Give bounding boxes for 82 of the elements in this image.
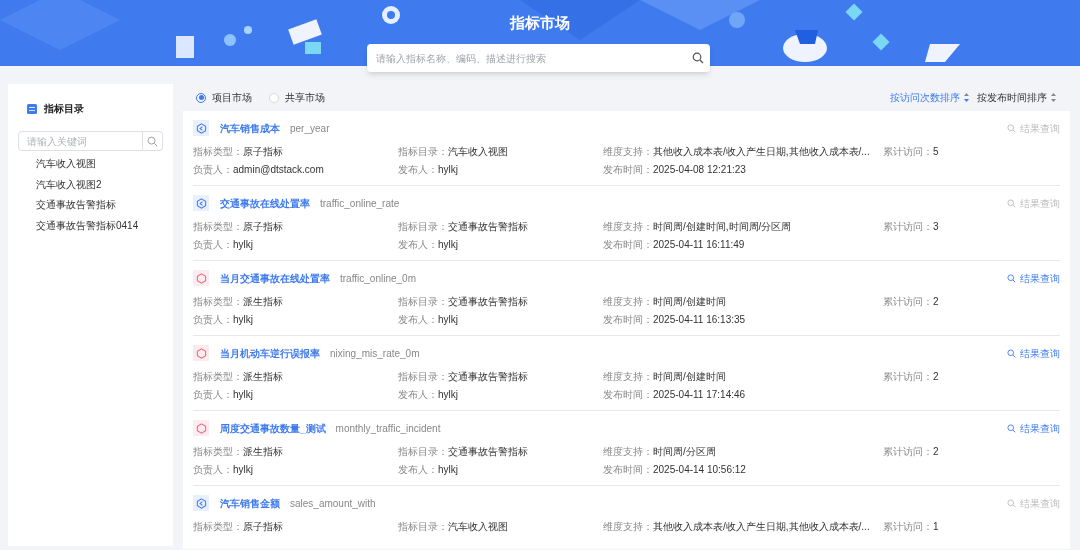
metric-code: monthly_traffic_incident bbox=[335, 421, 441, 436]
field-text: 指标类型：派生指标 bbox=[193, 295, 284, 309]
field-text: 指标目录：汽车收入视图 bbox=[398, 520, 509, 534]
query-button[interactable]: 结果查询 bbox=[1007, 270, 1060, 286]
field-text: 指标目录：交通事故告警指标 bbox=[398, 370, 529, 384]
metric-code: nixing_mis_rate_0m bbox=[330, 346, 420, 361]
sort-icon bbox=[964, 93, 969, 102]
search-icon bbox=[1007, 273, 1016, 283]
field-text: 发布时间：2025-04-11 16:11:49 bbox=[603, 238, 746, 252]
search-field[interactable]: 请输入指标名称、编码、描述进行搜索 bbox=[367, 44, 710, 72]
search-icon bbox=[1007, 498, 1016, 508]
field-text: 累计访问：3 bbox=[883, 220, 940, 234]
tree-item[interactable]: 交通事故告警指标 bbox=[8, 195, 173, 216]
field-text: 负责人：hylkj bbox=[193, 313, 254, 327]
field-text: 维度支持：其他收入成本表/收入产生日期,其他收入成本表/... bbox=[603, 145, 871, 159]
field-text: 累计访问：2 bbox=[883, 295, 940, 309]
field-text: 发布时间：2025-04-14 10:56:12 bbox=[603, 463, 747, 477]
field-text: 发布人：hylkj bbox=[398, 463, 459, 477]
metric-title[interactable]: 汽车销售金额 bbox=[220, 495, 280, 511]
list-icon bbox=[27, 103, 37, 114]
hexagon-icon bbox=[193, 495, 209, 511]
field-text: 维度支持：时间周/创建时间,时间周/分区周 bbox=[603, 220, 793, 234]
field-text: 发布人：hylkj bbox=[398, 388, 459, 402]
metric-code: traffic_online_rate bbox=[320, 196, 400, 211]
field-text: 指标类型：派生指标 bbox=[193, 445, 284, 459]
tree-item[interactable]: 汽车收入视图 bbox=[8, 154, 173, 175]
field-text: 负责人：admin@dtstack.com bbox=[193, 163, 325, 177]
field-text: 维度支持：时间周/创建时间 bbox=[603, 370, 727, 384]
metric-code: per_year bbox=[290, 121, 330, 136]
field-text: 发布人：hylkj bbox=[398, 163, 459, 177]
tree-item[interactable]: 交通事故告警指标0414 bbox=[8, 215, 173, 236]
radio-option[interactable]: 项目市场 bbox=[196, 90, 252, 105]
field-text: 指标类型：原子指标 bbox=[193, 520, 284, 534]
field-text: 负责人：hylkj bbox=[193, 388, 254, 402]
field-text: 维度支持：时间周/创建时间 bbox=[603, 295, 727, 309]
search-icon[interactable] bbox=[692, 52, 704, 64]
hexagon-icon bbox=[193, 270, 209, 286]
hexagon-icon bbox=[193, 120, 209, 136]
hexagon-icon bbox=[193, 195, 209, 211]
metric-title[interactable]: 交通事故在线处置率 bbox=[220, 195, 310, 211]
field-text: 发布人：hylkj bbox=[398, 313, 459, 327]
metric-title[interactable]: 当月机动车逆行误报率 bbox=[220, 345, 320, 361]
field-text: 指标目录：交通事故告警指标 bbox=[398, 445, 529, 459]
field-text: 累计访问：2 bbox=[883, 370, 940, 384]
field-text: 维度支持：其他收入成本表/收入产生日期,其他收入成本表/... bbox=[603, 520, 871, 534]
sort-icon bbox=[1051, 93, 1056, 102]
field-text: 发布时间：2025-04-11 16:13:35 bbox=[603, 313, 747, 327]
field-text: 发布时间：2025-04-11 17:14:46 bbox=[603, 388, 747, 402]
metric-code: traffic_online_0m bbox=[340, 271, 416, 286]
field-text: 指标目录：汽车收入视图 bbox=[398, 145, 509, 159]
field-text: 指标类型：原子指标 bbox=[193, 220, 284, 234]
field-text: 负责人：hylkj bbox=[193, 463, 254, 477]
sidebar-title: 指标目录 bbox=[44, 102, 84, 116]
search-icon bbox=[1007, 123, 1016, 133]
tree-item[interactable]: 汽车收入视图2 bbox=[8, 174, 173, 195]
field-text: 负责人：hylkj bbox=[193, 238, 254, 252]
hexagon-icon bbox=[193, 420, 209, 436]
sort-button[interactable]: 按发布时间排序 bbox=[977, 90, 1056, 105]
field-text: 维度支持：时间周/分区周 bbox=[603, 445, 717, 459]
field-text: 指标类型：原子指标 bbox=[193, 145, 284, 159]
radio-option[interactable]: 共享市场 bbox=[269, 90, 325, 105]
metric-title[interactable]: 汽车销售成本 bbox=[220, 120, 280, 136]
field-text: 累计访问：1 bbox=[883, 520, 940, 534]
field-text: 发布人：hylkj bbox=[398, 238, 459, 252]
hexagon-icon bbox=[193, 345, 209, 361]
metric-title[interactable]: 当月交通事故在线处置率 bbox=[220, 270, 330, 286]
page-title: 指标市场 bbox=[510, 13, 570, 33]
search-icon bbox=[1007, 348, 1016, 358]
search-icon bbox=[1007, 423, 1016, 433]
field-text: 指标目录：交通事故告警指标 bbox=[398, 220, 529, 234]
field-text: 累计访问：2 bbox=[883, 445, 940, 459]
sort-button[interactable]: 按访问次数排序 bbox=[890, 90, 969, 105]
field-text: 发布时间：2025-04-08 12:21:23 bbox=[603, 163, 747, 177]
query-button[interactable]: 结果查询 bbox=[1007, 345, 1060, 361]
query-button[interactable]: 结果查询 bbox=[1007, 420, 1060, 436]
metric-code: sales_amount_with bbox=[290, 496, 376, 511]
keyword-field[interactable]: 请输入关键词 bbox=[18, 131, 143, 151]
field-text: 指标类型：派生指标 bbox=[193, 370, 284, 384]
field-text: 累计访问：5 bbox=[883, 145, 940, 159]
field-text: 指标目录：交通事故告警指标 bbox=[398, 295, 529, 309]
metric-title[interactable]: 周度交通事故数量_测试 bbox=[220, 420, 326, 436]
search-icon bbox=[1007, 198, 1016, 208]
